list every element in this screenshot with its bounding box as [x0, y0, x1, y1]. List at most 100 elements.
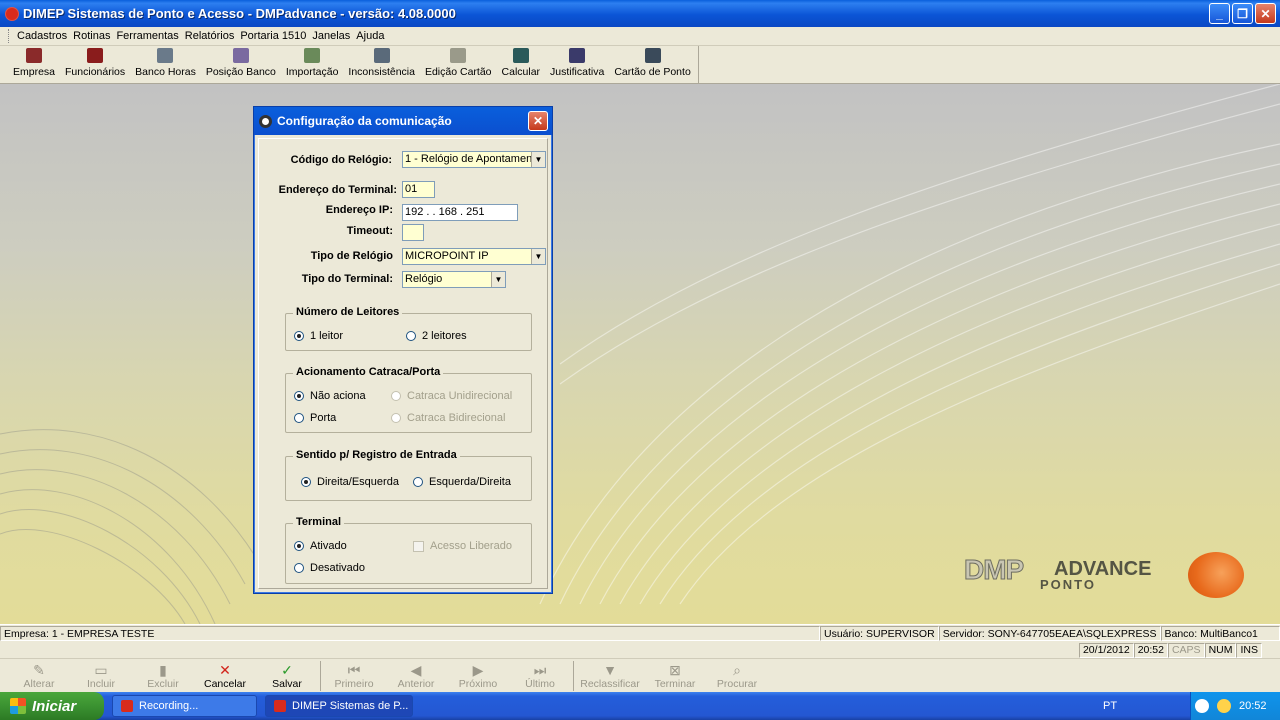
tray-icon[interactable] [1217, 699, 1231, 713]
status-bar: Empresa: 1 - EMPRESA TESTE Usuário: SUPE… [0, 624, 1280, 642]
background-wave-pattern [0, 84, 1280, 624]
window-titlebar: DIMEP Sistemas de Ponto e Acesso - DMPad… [0, 0, 1280, 27]
radio-catraca-unidirecional: Catraca Unidirecional [391, 390, 512, 402]
endereco-ip-input[interactable]: 192 . . 168 . 251 [402, 204, 518, 221]
mdi-workspace: DMP ADVANCE PONTO [0, 84, 1280, 624]
cancelar-button[interactable]: ✕ Cancelar [194, 662, 256, 690]
toolbar-button-cart-o-de-ponto[interactable]: Cartão de Ponto [609, 46, 695, 82]
toolbar-button-empresa[interactable]: Empresa [8, 46, 60, 82]
previous-icon: ◀ [410, 661, 422, 678]
toolbar-button-posi-o-banco[interactable]: Posição Banco [201, 46, 281, 82]
radio-1-leitor[interactable]: 1 leitor [294, 330, 343, 342]
menu-ferramentas[interactable]: Ferramentas [113, 30, 181, 42]
catraca-title: Acionamento Catraca/Porta [293, 366, 444, 378]
menu-cadastros[interactable]: Cadastros [14, 30, 70, 42]
alterar-button: ✎ Alterar [23, 661, 55, 690]
search-icon: ⌕ [733, 661, 741, 678]
tipo-terminal-select[interactable]: Relógio ▼ [402, 271, 506, 288]
radio-nao-aciona[interactable]: Não aciona [294, 390, 366, 402]
codigo-relogio-select[interactable]: 1 - Relógio de Apontamento ▼ [402, 151, 546, 168]
status-bar-secondary: 20/1/2012 20:52 CAPS NUM INS [0, 642, 1280, 658]
toolbar-button-label: Funcionários [65, 66, 126, 78]
menu-bar: Cadastros Rotinas Ferramentas Relatórios… [0, 27, 1280, 46]
endereco-terminal-input[interactable]: 01 [402, 181, 435, 198]
radio-ativado[interactable]: Ativado [294, 540, 347, 552]
dialog-close-button[interactable]: ✕ [528, 111, 548, 131]
catraca-group: Acionamento Catraca/Porta Não aciona Cat… [285, 366, 532, 433]
excluir-button: ▮ Excluir [147, 661, 179, 690]
radio-catraca-bidirecional: Catraca Bidirecional [391, 412, 505, 424]
timecard-icon [644, 48, 661, 63]
radio-esquerda-direita[interactable]: Esquerda/Direita [413, 476, 511, 488]
menu-grip [8, 29, 11, 43]
warning-icon [373, 48, 390, 63]
toolbar-separator [573, 660, 574, 691]
reclassify-icon: ▼ [603, 661, 617, 678]
toolbar-button-banco-horas[interactable]: Banco Horas [130, 46, 201, 82]
toolbar-button-label: Posição Banco [205, 66, 276, 78]
status-num: NUM [1204, 642, 1237, 658]
last-icon: ⏭ [533, 661, 547, 678]
toolbar-button-funcion-rios[interactable]: Funcionários [60, 46, 130, 82]
tipo-relogio-select[interactable]: MICROPOINT IP ▼ [402, 248, 546, 265]
status-empresa: Empresa: 1 - EMPRESA TESTE [0, 626, 820, 641]
config-comunicacao-dialog: Configuração da comunicação ✕ Código do … [253, 106, 553, 594]
check-icon: ✓ [281, 661, 293, 678]
app-icon [5, 6, 19, 21]
toolbar-button-edi-o-cart-o[interactable]: Edição Cartão [420, 46, 497, 82]
toolbar-separator [320, 660, 321, 691]
terminal-group: Terminal Ativado Acesso Liberado Desativ… [285, 516, 532, 584]
toolbar-button-calcular[interactable]: Calcular [497, 46, 546, 82]
reclassificar-button: ▼ Reclassificar [580, 661, 640, 690]
people-icon [87, 48, 104, 63]
finish-icon: ⊠ [669, 661, 681, 678]
menu-relatorios[interactable]: Relatórios [182, 30, 238, 42]
status-caps: CAPS [1167, 642, 1205, 658]
endereco-terminal-label: Endereço do Terminal: [278, 184, 397, 196]
taskbar-recording[interactable]: Recording... [112, 695, 257, 717]
database-icon [157, 48, 174, 63]
radio-porta[interactable]: Porta [294, 412, 336, 424]
menu-ajuda[interactable]: Ajuda [353, 30, 387, 42]
close-button[interactable]: ✕ [1255, 3, 1276, 24]
toolbar-button-label: Justificativa [550, 66, 605, 78]
minimize-button[interactable]: _ [1209, 3, 1230, 24]
chevron-down-icon: ▼ [531, 152, 545, 167]
toolbar-button-inconsist-ncia[interactable]: Inconsistência [343, 46, 420, 82]
trash-icon: ▮ [159, 661, 167, 678]
sentido-title: Sentido p/ Registro de Entrada [293, 449, 460, 461]
edit-icon: ✎ [33, 661, 45, 678]
justify-icon [569, 48, 586, 63]
menu-rotinas[interactable]: Rotinas [70, 30, 113, 42]
acesso-liberado-checkbox: Acesso Liberado [413, 540, 512, 552]
menu-portaria-1510[interactable]: Portaria 1510 [237, 30, 309, 42]
status-date: 20/1/2012 [1078, 642, 1134, 658]
record-toolbar: ✎ Alterar ▭ Incluir ▮ Excluir ✕ Cancelar ✓ Sa… [0, 658, 1280, 692]
chevron-down-icon: ▼ [531, 249, 545, 264]
toolbar-button-label: Calcular [501, 66, 541, 78]
start-button[interactable]: Iniciar [0, 692, 104, 720]
radio-direita-esquerda[interactable]: Direita/Esquerda [301, 476, 399, 488]
language-indicator[interactable]: PT [1103, 700, 1117, 712]
dialog-body: Código do Relógio: 1 - Relógio de Aponta… [258, 138, 548, 589]
salvar-button[interactable]: ✓ Salvar [256, 662, 318, 690]
radio-2-leitores[interactable]: 2 leitores [406, 330, 467, 342]
ultimo-button: ⏭ Último [525, 661, 555, 690]
toolbar-button-justificativa[interactable]: Justificativa [545, 46, 609, 82]
terminar-button: ⊠ Terminar [654, 661, 696, 690]
calculator-icon [512, 48, 529, 63]
chevron-down-icon: ▼ [491, 272, 505, 287]
taskbar-dimep[interactable]: DIMEP Sistemas de P... [265, 695, 413, 717]
tray-icon[interactable] [1195, 699, 1209, 713]
toolbar-button-importa-o[interactable]: Importação [281, 46, 344, 82]
toolbar-button-label: Empresa [13, 66, 56, 78]
restore-button[interactable]: ❐ [1232, 3, 1253, 24]
cancel-icon: ✕ [219, 661, 231, 678]
primeiro-button: ⏮ Primeiro [334, 661, 374, 690]
status-ins: INS [1236, 642, 1262, 658]
menu-janelas[interactable]: Janelas [309, 30, 353, 42]
timeout-input[interactable] [402, 224, 424, 241]
radio-desativado[interactable]: Desativado [294, 562, 365, 574]
toolbar-button-label: Inconsistência [348, 66, 415, 78]
dialog-title: Configuração da comunicação [277, 114, 452, 128]
